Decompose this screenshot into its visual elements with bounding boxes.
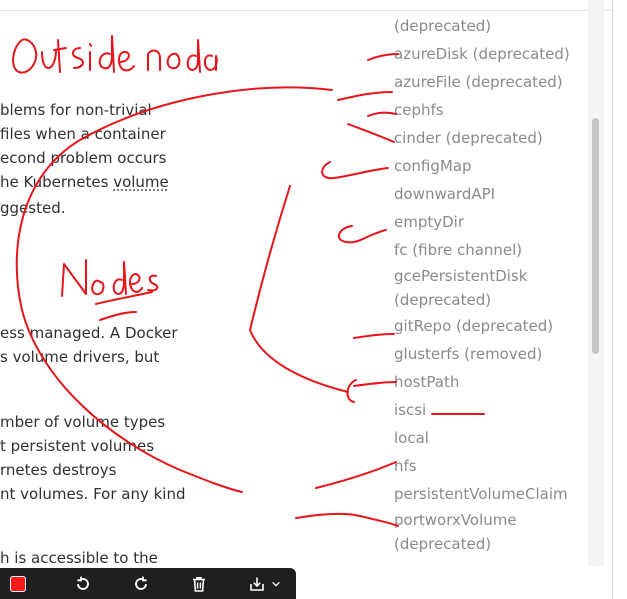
- toc-item-portworxvolume-note[interactable]: (deprecated): [394, 532, 579, 556]
- toc-item-gcepersistentdisk-note[interactable]: (deprecated): [394, 288, 579, 312]
- article-line: nt volumes. For any kind: [0, 485, 186, 503]
- pointer-stroke: [337, 225, 387, 244]
- redo-button[interactable]: [130, 573, 152, 595]
- trash-icon: [193, 577, 205, 592]
- undo-icon: [77, 576, 89, 590]
- pointer-stroke: [315, 461, 397, 489]
- toc-item-portworxvolume[interactable]: portworxVolume: [394, 508, 579, 532]
- divider: [612, 0, 613, 599]
- article-line: mber of volume types: [0, 413, 166, 431]
- undo-button[interactable]: [72, 573, 94, 595]
- toc-item-configmap[interactable]: configMap: [394, 152, 579, 180]
- toc-item-cephfs[interactable]: cephfs: [394, 96, 579, 124]
- toc-item-downwardapi[interactable]: downwardAPI: [394, 180, 579, 208]
- article-line: he Kubernetes volume: [0, 170, 169, 194]
- article-line: blems for non-trivial: [0, 101, 152, 119]
- toc-item-nfs[interactable]: nfs: [394, 452, 579, 480]
- page: blems for non-trivial files when a conta…: [0, 0, 627, 599]
- color-swatch[interactable]: [10, 576, 26, 592]
- save-icon: [250, 577, 264, 591]
- article-line: h is accessible to the: [0, 549, 158, 567]
- toc-item-local[interactable]: local: [394, 424, 579, 452]
- pointer-stroke: [346, 379, 357, 403]
- pointer-stroke: [337, 91, 393, 101]
- save-options-button[interactable]: [268, 573, 284, 595]
- toc-item-gcepersistentdisk[interactable]: gcePersistentDisk: [394, 264, 579, 288]
- save-button[interactable]: [246, 573, 268, 595]
- article-line: ggested.: [0, 199, 66, 217]
- drawing-toolbar: [0, 568, 296, 599]
- toc-item-fc[interactable]: fc (fibre channel): [394, 236, 579, 264]
- toc-item-iscsi[interactable]: iscsi: [394, 396, 579, 424]
- handwritten-nodes: [61, 259, 159, 321]
- pointer-stroke: [353, 333, 395, 339]
- toc-item[interactable]: (deprecated): [394, 12, 579, 40]
- toc-item-glusterfs[interactable]: glusterfs (removed): [394, 340, 579, 368]
- article-line: ess managed. A Docker: [0, 324, 178, 342]
- volume-types-nav: (deprecated) azureDisk (deprecated) azur…: [394, 12, 579, 556]
- article-line-text: he Kubernetes: [0, 173, 114, 191]
- toc-item-emptydir[interactable]: emptyDir: [394, 208, 579, 236]
- article-line: rnetes destroys: [0, 461, 117, 479]
- pointer-stroke: [347, 123, 395, 143]
- toc-item-azurefile[interactable]: azureFile (deprecated): [394, 68, 579, 96]
- article-line: files when a container: [0, 125, 166, 143]
- pointer-stroke: [295, 512, 399, 527]
- pointer-stroke: [353, 381, 397, 387]
- redo-icon: [135, 576, 147, 590]
- delete-button[interactable]: [188, 573, 210, 595]
- article-line: s volume drivers, but: [0, 348, 160, 366]
- toc-item-persistentvolumeclaim[interactable]: persistentVolumeClaim: [394, 480, 579, 508]
- toc-item-azuredisk[interactable]: azureDisk (deprecated): [394, 40, 579, 68]
- annotation-curve: [249, 185, 349, 393]
- scrollbar-thumb[interactable]: [592, 118, 599, 354]
- article-line: t persistent volumes: [0, 437, 155, 455]
- handwritten-outside-node: [12, 35, 218, 74]
- article-line: econd problem occurs: [0, 149, 167, 167]
- pointer-stroke: [367, 111, 397, 117]
- divider: [0, 10, 612, 11]
- chevron-down-icon: [272, 581, 280, 587]
- volume-link[interactable]: volume: [113, 173, 169, 191]
- toc-item-hostpath[interactable]: hostPath: [394, 368, 579, 396]
- toc-item-gitrepo[interactable]: gitRepo (deprecated): [394, 312, 579, 340]
- toc-item-cinder[interactable]: cinder (deprecated): [394, 124, 579, 152]
- pointer-stroke: [321, 161, 389, 180]
